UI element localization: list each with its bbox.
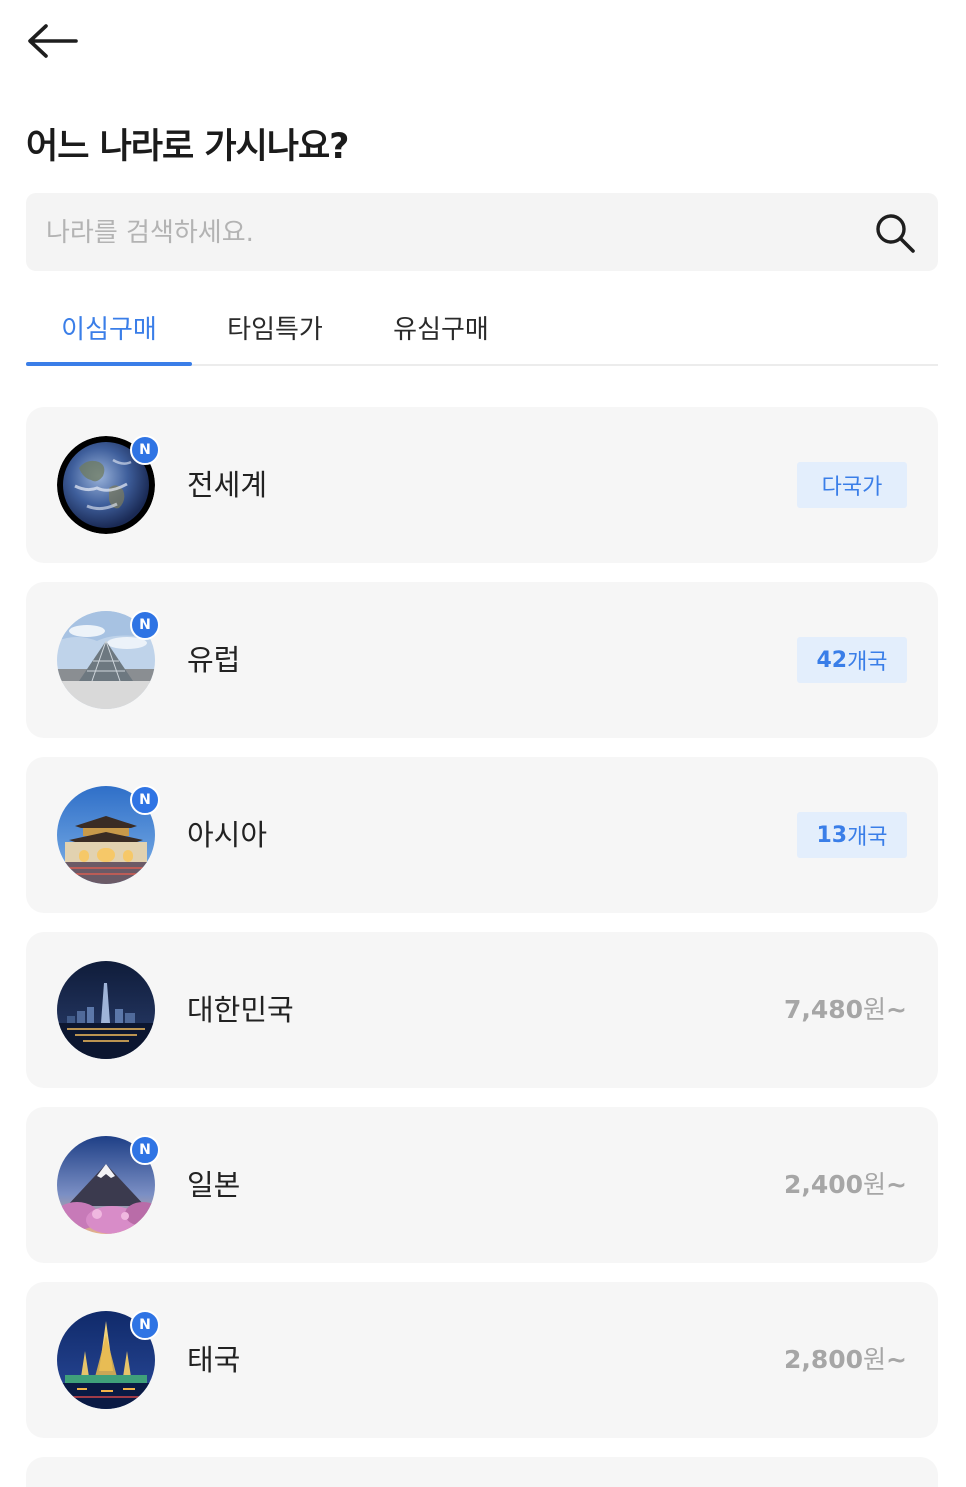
new-badge: N [130, 785, 160, 815]
country-card-korea[interactable]: 대한민국 7,480원~ [26, 932, 938, 1088]
starting-price: 7,480원~ [784, 932, 907, 1088]
arrow-left-icon [26, 23, 78, 63]
country-name: 대한민국 [187, 993, 294, 1027]
price-unit: 원 [863, 995, 887, 1024]
country-count-number: 42 [816, 647, 848, 673]
new-badge: N [130, 610, 160, 640]
country-count-badge: 13 개국 [797, 812, 907, 858]
multi-country-badge-text: 다국가 [821, 475, 883, 500]
price-suffix: ~ [886, 1345, 907, 1374]
country-count-unit: 개국 [847, 825, 888, 850]
price-amount: 7,480 [783, 995, 864, 1024]
country-card-japan[interactable]: N 일본 2,400원~ [26, 1107, 938, 1263]
country-name: 전세계 [187, 468, 268, 502]
page-title: 어느 나라로 가시나요? [26, 127, 349, 167]
tab-esim-purchase[interactable]: 이심구매 [26, 290, 192, 366]
tab-bar: 이심구매 타임특가 유심구매 [26, 290, 938, 366]
price-amount: 2,800 [783, 1345, 864, 1374]
country-name: 아시아 [187, 818, 268, 852]
country-name: 태국 [187, 1343, 241, 1377]
country-card-asia[interactable]: N 아시아 13 개국 [26, 757, 938, 913]
country-card-worldwide[interactable]: N 전세계 다국가 [26, 407, 938, 563]
tab-usim-purchase[interactable]: 유심구매 [358, 290, 524, 364]
country-count-badge: 42 개국 [797, 637, 907, 683]
country-count-number: 13 [816, 822, 848, 848]
country-count-unit: 개국 [847, 650, 888, 675]
price-amount: 2,400 [783, 1170, 864, 1199]
price-unit: 원 [863, 1170, 887, 1199]
tab-time-deal[interactable]: 타임특가 [192, 290, 358, 364]
country-name: 유럽 [187, 643, 241, 677]
starting-price: 2,800원~ [784, 1282, 907, 1438]
new-badge: N [130, 1135, 160, 1165]
korea-image [57, 961, 155, 1059]
search-icon[interactable] [874, 212, 916, 254]
new-badge: N [130, 435, 160, 465]
price-suffix: ~ [886, 995, 907, 1024]
country-name: 일본 [187, 1168, 241, 1202]
country-card-europe[interactable]: N 유럽 42 개국 [26, 582, 938, 738]
search-box [26, 193, 938, 273]
country-card-next[interactable] [26, 1457, 938, 1487]
search-input[interactable] [44, 193, 848, 273]
country-card-thailand[interactable]: N 태국 2,800원~ [26, 1282, 938, 1438]
price-suffix: ~ [886, 1170, 907, 1199]
starting-price: 2,400원~ [784, 1107, 907, 1263]
price-unit: 원 [863, 1345, 887, 1374]
back-button[interactable] [26, 22, 82, 64]
new-badge: N [130, 1310, 160, 1340]
multi-country-badge: 다국가 [797, 462, 907, 508]
